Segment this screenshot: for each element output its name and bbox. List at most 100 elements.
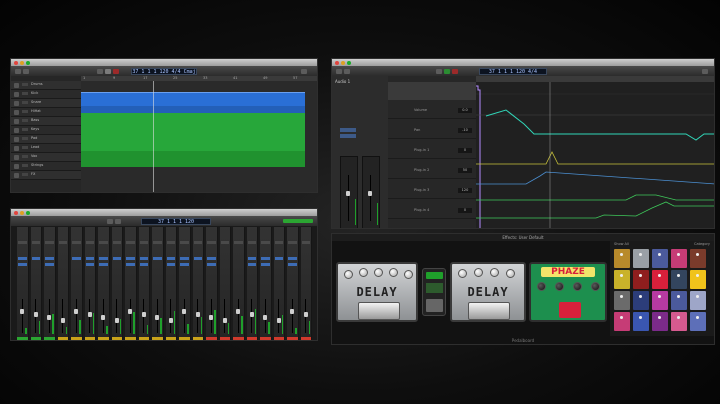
pedal-thumbnail[interactable]	[633, 291, 649, 310]
channel-strip[interactable]	[84, 227, 96, 340]
plugin-slot[interactable]	[166, 257, 175, 260]
io-slot[interactable]	[45, 241, 54, 244]
volume-fader[interactable]	[195, 312, 200, 317]
title-bar[interactable]	[332, 59, 714, 66]
channel-name-chip[interactable]	[165, 337, 176, 340]
volume-fader[interactable]	[141, 312, 146, 317]
channel-strip[interactable]	[30, 227, 42, 340]
channel-name-chip[interactable]	[57, 337, 68, 340]
track-header[interactable]: Pad	[11, 135, 81, 144]
audio-region-green[interactable]	[81, 113, 305, 151]
pedal-thumbnail[interactable]	[614, 291, 630, 310]
lcd-display[interactable]: 37 1 1 1 120 4/4	[479, 67, 547, 75]
delay2-knob-2[interactable]	[474, 268, 483, 277]
pedal-thumbnail[interactable]	[671, 249, 687, 268]
plugin-slot[interactable]	[112, 257, 121, 260]
channel-strip[interactable]	[273, 227, 285, 340]
channel-name-chip[interactable]	[273, 337, 284, 340]
channel-strip[interactable]	[98, 227, 110, 340]
plugin-slot[interactable]	[288, 263, 297, 266]
mute-solo-buttons[interactable]	[22, 101, 28, 104]
io-slot[interactable]	[72, 241, 81, 244]
plugin-slot[interactable]	[207, 257, 216, 260]
plugin-slot[interactable]	[207, 263, 216, 266]
pedal-thumbnail[interactable]	[690, 291, 706, 310]
volume-fader[interactable]	[33, 312, 38, 317]
track-header-main[interactable]	[388, 82, 476, 100]
plugin-slot[interactable]	[45, 263, 54, 266]
pedal-thumbnail[interactable]	[671, 291, 687, 310]
plugin-slot[interactable]	[85, 263, 94, 266]
channel-name-chip[interactable]	[152, 337, 163, 340]
channel-strip[interactable]	[152, 227, 164, 340]
volume-fader[interactable]	[276, 318, 281, 323]
automation-curves[interactable]	[476, 82, 715, 229]
channel-name-chip[interactable]	[84, 337, 95, 340]
io-slot[interactable]	[274, 241, 283, 244]
delay-knob-3[interactable]	[374, 268, 383, 277]
channel-strip[interactable]	[17, 227, 29, 340]
channel-strip[interactable]	[111, 227, 123, 340]
mute-solo-buttons[interactable]	[22, 128, 28, 131]
track-header[interactable]: Bass	[11, 117, 81, 126]
delay2-knob-3[interactable]	[490, 268, 499, 277]
pedal-thumbnail[interactable]	[652, 249, 668, 268]
volume-fader[interactable]	[168, 318, 173, 323]
volume-fader[interactable]	[209, 315, 213, 320]
automation-area[interactable]	[476, 82, 714, 228]
plugin-slot[interactable]	[45, 257, 54, 260]
audio-region-green-2[interactable]	[81, 151, 305, 167]
volume-fader[interactable]	[222, 318, 227, 323]
editors-button[interactable]	[702, 68, 708, 74]
phaze-knob-3[interactable]	[573, 282, 582, 291]
phaze-footswitch[interactable]	[559, 302, 581, 318]
plugin-slot[interactable]	[99, 263, 108, 266]
automation-lane-header[interactable]: Plug-in 1 0	[388, 144, 476, 159]
channel-strip[interactable]	[192, 227, 204, 340]
lane-value[interactable]: 0	[458, 208, 472, 213]
delay2-knob-4[interactable]	[506, 269, 515, 278]
track-header[interactable]: Kick	[11, 90, 81, 99]
playhead[interactable]	[153, 81, 154, 192]
channel-name-chip[interactable]	[30, 337, 41, 340]
lane-value[interactable]: 0	[458, 148, 472, 153]
pedalboard-title-bar[interactable]: Effects: User Default	[332, 234, 714, 241]
channel-strip[interactable]	[233, 227, 245, 340]
io-slot[interactable]	[234, 241, 243, 244]
audio-region-blue-2[interactable]	[81, 106, 305, 113]
inspector-plugin-slot[interactable]	[340, 128, 356, 132]
phaze-knob-4[interactable]	[591, 282, 600, 291]
channel-name-chip[interactable]	[98, 337, 109, 340]
play-button[interactable]	[105, 68, 111, 74]
volume-fader[interactable]	[60, 318, 65, 323]
io-slot[interactable]	[85, 241, 94, 244]
channel-name-chip[interactable]	[192, 337, 203, 340]
channel-strip[interactable]	[287, 227, 299, 340]
channel-name-chip[interactable]	[17, 337, 28, 340]
plugin-slot[interactable]	[139, 257, 148, 260]
close-icon[interactable]	[14, 60, 18, 65]
plugin-slot[interactable]	[247, 263, 256, 266]
channel-strip[interactable]	[179, 227, 191, 340]
io-slot[interactable]	[99, 241, 108, 244]
output-fader[interactable]	[368, 191, 372, 196]
channel-name-chip[interactable]	[260, 337, 271, 340]
track-header[interactable]: Lead	[11, 144, 81, 153]
channel-name-chip[interactable]	[179, 337, 190, 340]
pedal-thumbnail[interactable]	[652, 312, 668, 331]
plugin-slot[interactable]	[85, 257, 94, 260]
pedal-thumbnail[interactable]	[633, 312, 649, 331]
track-header[interactable]: Snare	[11, 99, 81, 108]
channel-strip[interactable]	[138, 227, 150, 340]
pedal-thumbnail[interactable]	[652, 291, 668, 310]
plugin-slot[interactable]	[261, 263, 270, 266]
pedal-thumbnail[interactable]	[690, 312, 706, 331]
io-slot[interactable]	[207, 241, 216, 244]
io-slot[interactable]	[288, 241, 297, 244]
channel-name-chip[interactable]	[233, 337, 244, 340]
volume-fader[interactable]	[101, 315, 105, 320]
io-slot[interactable]	[220, 241, 229, 244]
delay-pedal-2[interactable]: DELAY	[450, 262, 526, 322]
lane-value[interactable]: 120	[458, 188, 472, 193]
automation-lane-header[interactable]: Plug-in 2 50	[388, 164, 476, 179]
